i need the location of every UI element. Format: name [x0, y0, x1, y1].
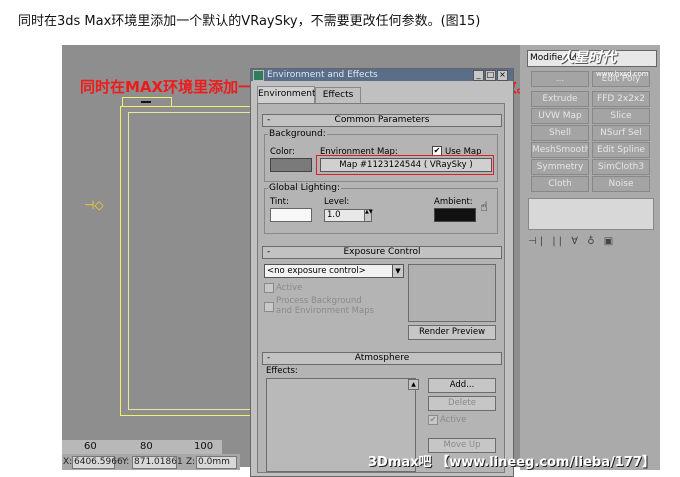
ruler-tick: 100 — [194, 441, 214, 452]
ambient-label: Ambient: — [434, 197, 473, 207]
modifier-button-meshsmooth[interactable]: MeshSmooth — [531, 142, 589, 158]
background-color-swatch[interactable] — [270, 158, 312, 172]
tab-environment[interactable]: Environment — [257, 86, 315, 103]
y-coordinate-field[interactable]: 871.01861 — [132, 456, 183, 469]
ruler-tick: 60 — [84, 441, 97, 452]
coordinate-bar: X: 6406.5966 Y: 871.01861 Z: 0.0mm — [62, 454, 240, 470]
app-icon — [253, 70, 264, 81]
modifier-button-nsurf-sel[interactable]: NSurf Sel — [592, 125, 650, 141]
modifier-button-ffd[interactable]: FFD 2x2x2 — [592, 91, 650, 107]
chevron-down-icon[interactable]: ▼ — [392, 264, 404, 278]
exposure-preview — [408, 264, 496, 322]
dialog-tabs: Environment Effects — [251, 81, 513, 103]
site-logo-url: www.hxsd.com — [596, 70, 649, 78]
rollout-title: Atmosphere — [354, 353, 410, 363]
modifier-button-symmetry[interactable]: Symmetry — [531, 159, 589, 175]
remove-modifier-icon[interactable]: ♁ — [587, 236, 597, 247]
tab-effects[interactable]: Effects — [315, 87, 361, 103]
y-label: Y: — [122, 457, 130, 467]
collapse-toggle: - — [267, 353, 271, 363]
level-spinner[interactable]: 1.0 — [324, 209, 368, 222]
modifier-button-shell[interactable]: Shell — [531, 125, 589, 141]
process-background-checkbox[interactable] — [264, 302, 274, 312]
footer-watermark: 3Dmax吧 【www.lineeg.com/lieba/177】 — [368, 455, 655, 470]
configure-sets-icon[interactable]: ▣ — [604, 236, 616, 247]
article-caption: 同时在3ds Max环境里添加一个默认的VRaySky，不需要更改任何参数。(图… — [18, 14, 481, 29]
dialog-title: Environment and Effects — [267, 70, 378, 80]
modifier-button-noise[interactable]: Noise — [592, 176, 650, 192]
exposure-control-dropdown[interactable]: <no exposure control> — [264, 264, 404, 278]
stack-tools: ⊣| || ∀ ♁ ▣ — [528, 236, 652, 250]
collapse-toggle: - — [267, 115, 271, 125]
color-label: Color: — [270, 147, 295, 157]
highlight-box — [316, 155, 494, 175]
effects-label: Effects: — [266, 366, 298, 376]
dialog-body: - Common Parameters Background: Color: E… — [257, 103, 505, 473]
pivot-gizmo-icon[interactable]: ⊣◇ — [84, 198, 104, 216]
z-label: Z: — [186, 457, 196, 467]
x-coordinate-field[interactable]: 6406.5966 — [72, 456, 123, 469]
modifier-stack[interactable] — [528, 198, 654, 230]
global-lighting-title: Global Lighting: — [268, 183, 341, 193]
modifier-button-uvw-map[interactable]: UVW Map — [531, 108, 589, 124]
rollout-common-parameters[interactable]: - Common Parameters — [262, 114, 502, 127]
process-background-label-2: and Environment Maps — [276, 306, 375, 316]
z-coordinate-field[interactable]: 0.0mm — [196, 456, 237, 469]
make-unique-icon[interactable]: ∀ — [571, 236, 581, 247]
rollout-exposure-control[interactable]: - Exposure Control — [262, 246, 502, 259]
rollout-title: Common Parameters — [334, 115, 430, 125]
ruler-tick: 80 — [140, 441, 153, 452]
collapse-toggle: - — [267, 247, 271, 257]
show-end-result-icon[interactable]: || — [552, 236, 565, 247]
background-group-title: Background: — [268, 129, 327, 139]
process-background-label: Process Background — [276, 296, 362, 306]
rollout-atmosphere[interactable]: - Atmosphere — [262, 352, 502, 365]
modifier-button-cloth[interactable]: Cloth — [531, 176, 589, 192]
environment-dialog: Environment and Effects _ □ × Environmen… — [250, 68, 514, 477]
exposure-active-checkbox[interactable] — [264, 283, 274, 293]
tint-label: Tint: — [270, 197, 289, 207]
add-effect-button[interactable]: Add... — [428, 378, 496, 393]
modifier-button-simcloth3[interactable]: SimCloth3 — [592, 159, 650, 175]
rollout-title: Exposure Control — [343, 247, 421, 257]
hand-cursor-icon: ☝ — [480, 200, 488, 215]
maximize-icon[interactable]: □ — [485, 70, 496, 81]
modifier-button-edit-spline[interactable]: Edit Spline — [592, 142, 650, 158]
scroll-up-icon[interactable]: ▲ — [408, 379, 419, 390]
level-label: Level: — [324, 197, 350, 207]
render-preview-button[interactable]: Render Preview — [408, 325, 496, 340]
time-ruler: 60 80 100 — [62, 440, 222, 454]
object-handle — [141, 101, 151, 103]
ambient-color-swatch[interactable] — [434, 208, 476, 222]
x-label: X: — [63, 457, 73, 467]
pin-stack-icon[interactable]: ⊣| — [528, 236, 546, 247]
modifier-button-slice[interactable]: Slice — [592, 108, 650, 124]
level-spinner-arrows-icon[interactable]: ▲▼ — [364, 209, 373, 222]
delete-effect-button[interactable]: Delete — [428, 396, 496, 411]
tint-color-swatch[interactable] — [270, 208, 312, 222]
atmosphere-active-checkbox[interactable]: ✔ — [428, 415, 438, 425]
close-icon[interactable]: × — [497, 70, 508, 81]
modifier-button-extrude[interactable]: Extrude — [531, 91, 589, 107]
exposure-active-label: Active — [276, 283, 303, 293]
minimize-icon[interactable]: _ — [473, 70, 484, 81]
atmosphere-active-label: Active — [440, 415, 467, 425]
dialog-titlebar[interactable]: Environment and Effects _ □ × — [251, 69, 513, 81]
